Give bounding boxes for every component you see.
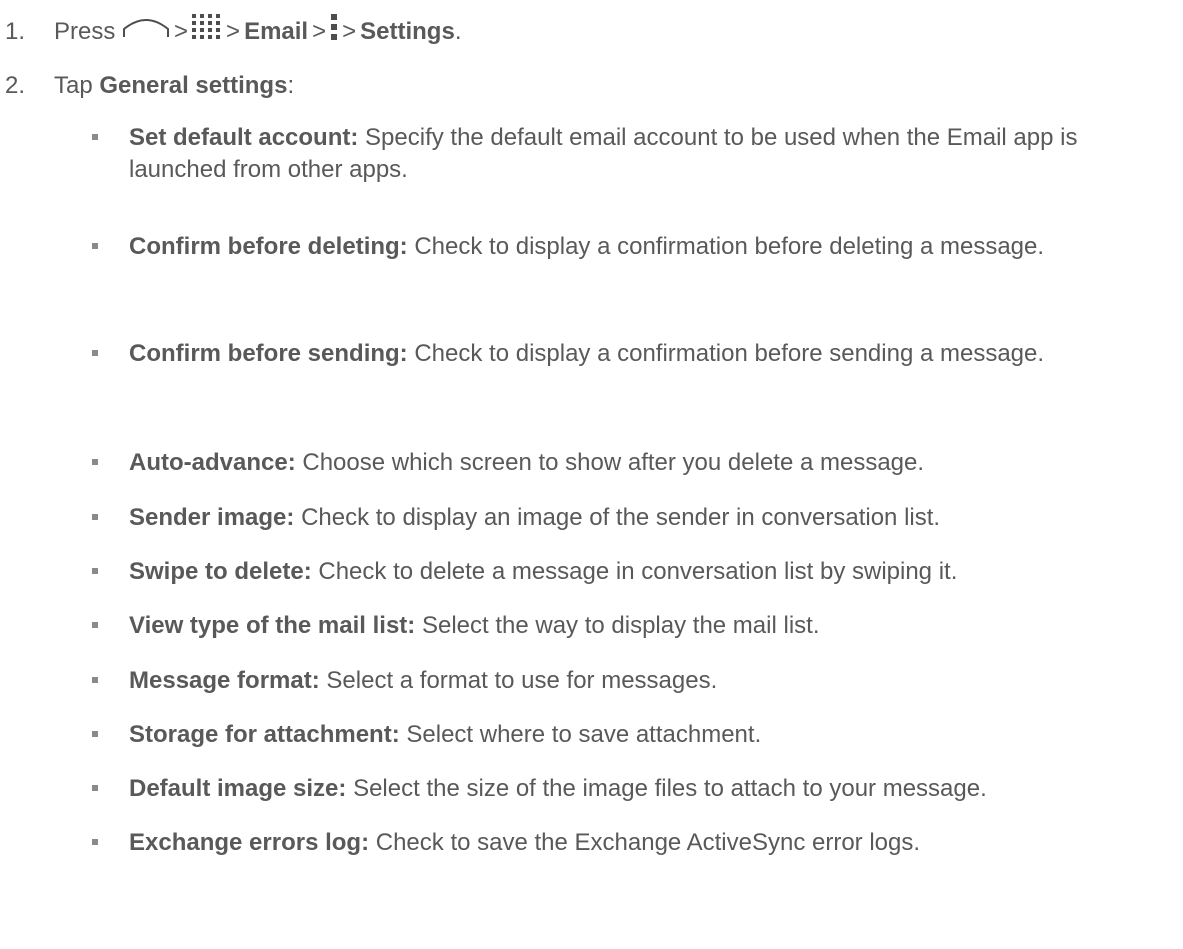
separator: > — [342, 17, 357, 45]
list-item: Sender image: Check to display an image … — [92, 502, 1177, 534]
list-item: Confirm before sending: Check to display… — [92, 338, 1177, 370]
press-label: Press — [54, 17, 116, 45]
bullet-icon — [92, 839, 98, 845]
step-2: 2. Tap General settings: — [5, 70, 294, 102]
separator: > — [174, 17, 189, 45]
general-settings-label: General settings — [99, 72, 288, 99]
item-term: Message format: — [129, 667, 320, 694]
tap-label: Tap — [54, 72, 93, 99]
separator: > — [226, 17, 241, 45]
list-item: Storage for attachment: Select where to … — [92, 719, 1177, 751]
item-description: Check to display a confirmation before s… — [414, 340, 1045, 367]
list-item: Exchange errors log: Check to save the E… — [92, 827, 1177, 859]
item-term: Storage for attachment: — [129, 721, 400, 748]
bullet-icon — [92, 350, 98, 356]
apps-icon — [192, 14, 222, 49]
item-term: Sender image: — [129, 504, 295, 531]
item-term: Confirm before deleting: — [129, 233, 408, 260]
list-item: View type of the mail list: Select the w… — [92, 610, 1177, 642]
item-term: Default image size: — [129, 775, 347, 802]
settings-label: Settings — [360, 17, 455, 45]
bullet-icon — [92, 459, 98, 465]
email-label: Email — [244, 17, 309, 45]
list-item: Swipe to delete: Check to delete a messa… — [92, 556, 1177, 588]
bullet-icon — [92, 514, 98, 520]
item-description: Choose which screen to show after you de… — [302, 449, 925, 476]
item-description: Select the size of the image files to at… — [353, 775, 987, 802]
item-term: Set default account: — [129, 124, 359, 151]
list-item: Default image size: Select the size of t… — [92, 773, 1177, 805]
item-description: Check to delete a message in conversatio… — [318, 558, 958, 585]
item-description: Select where to save attachment. — [406, 721, 762, 748]
colon: : — [287, 72, 295, 99]
item-term: Auto-advance: — [129, 449, 296, 476]
menu-icon — [330, 14, 338, 49]
item-term: View type of the mail list: — [129, 612, 416, 639]
list-item: Auto-advance: Choose which screen to sho… — [92, 447, 1177, 479]
instruction-document: 1. Press > > Email > > Settings . 2. Tap… — [0, 0, 1183, 949]
bullet-icon — [92, 622, 98, 628]
item-description: Check to display a confirmation before d… — [414, 233, 1045, 260]
bullet-icon — [92, 134, 98, 140]
item-description: Select a format to use for messages. — [326, 667, 718, 694]
bullet-icon — [92, 785, 98, 791]
item-term: Confirm before sending: — [129, 340, 408, 367]
list-item: Message format: Select a format to use f… — [92, 665, 1177, 697]
step-1: 1. Press > > Email > > Settings . — [5, 14, 461, 49]
bullet-icon — [92, 731, 98, 737]
bullet-icon — [92, 568, 98, 574]
step-number: 1. — [5, 17, 26, 45]
home-icon — [122, 15, 170, 48]
item-description: Check to display an image of the sender … — [301, 504, 941, 531]
separator: > — [312, 17, 327, 45]
period: . — [454, 17, 462, 45]
item-description: Select the way to display the mail list. — [421, 612, 820, 639]
list-item: Confirm before deleting: Check to displa… — [92, 231, 1177, 263]
item-description: Check to save the Exchange ActiveSync er… — [375, 829, 921, 856]
list-item: Set default account: Specify the default… — [92, 122, 1177, 187]
step-number: 2. — [5, 72, 26, 99]
bullet-icon — [92, 243, 98, 249]
item-term: Swipe to delete: — [129, 558, 312, 585]
item-term: Exchange errors log: — [129, 829, 370, 856]
bullet-icon — [92, 677, 98, 683]
